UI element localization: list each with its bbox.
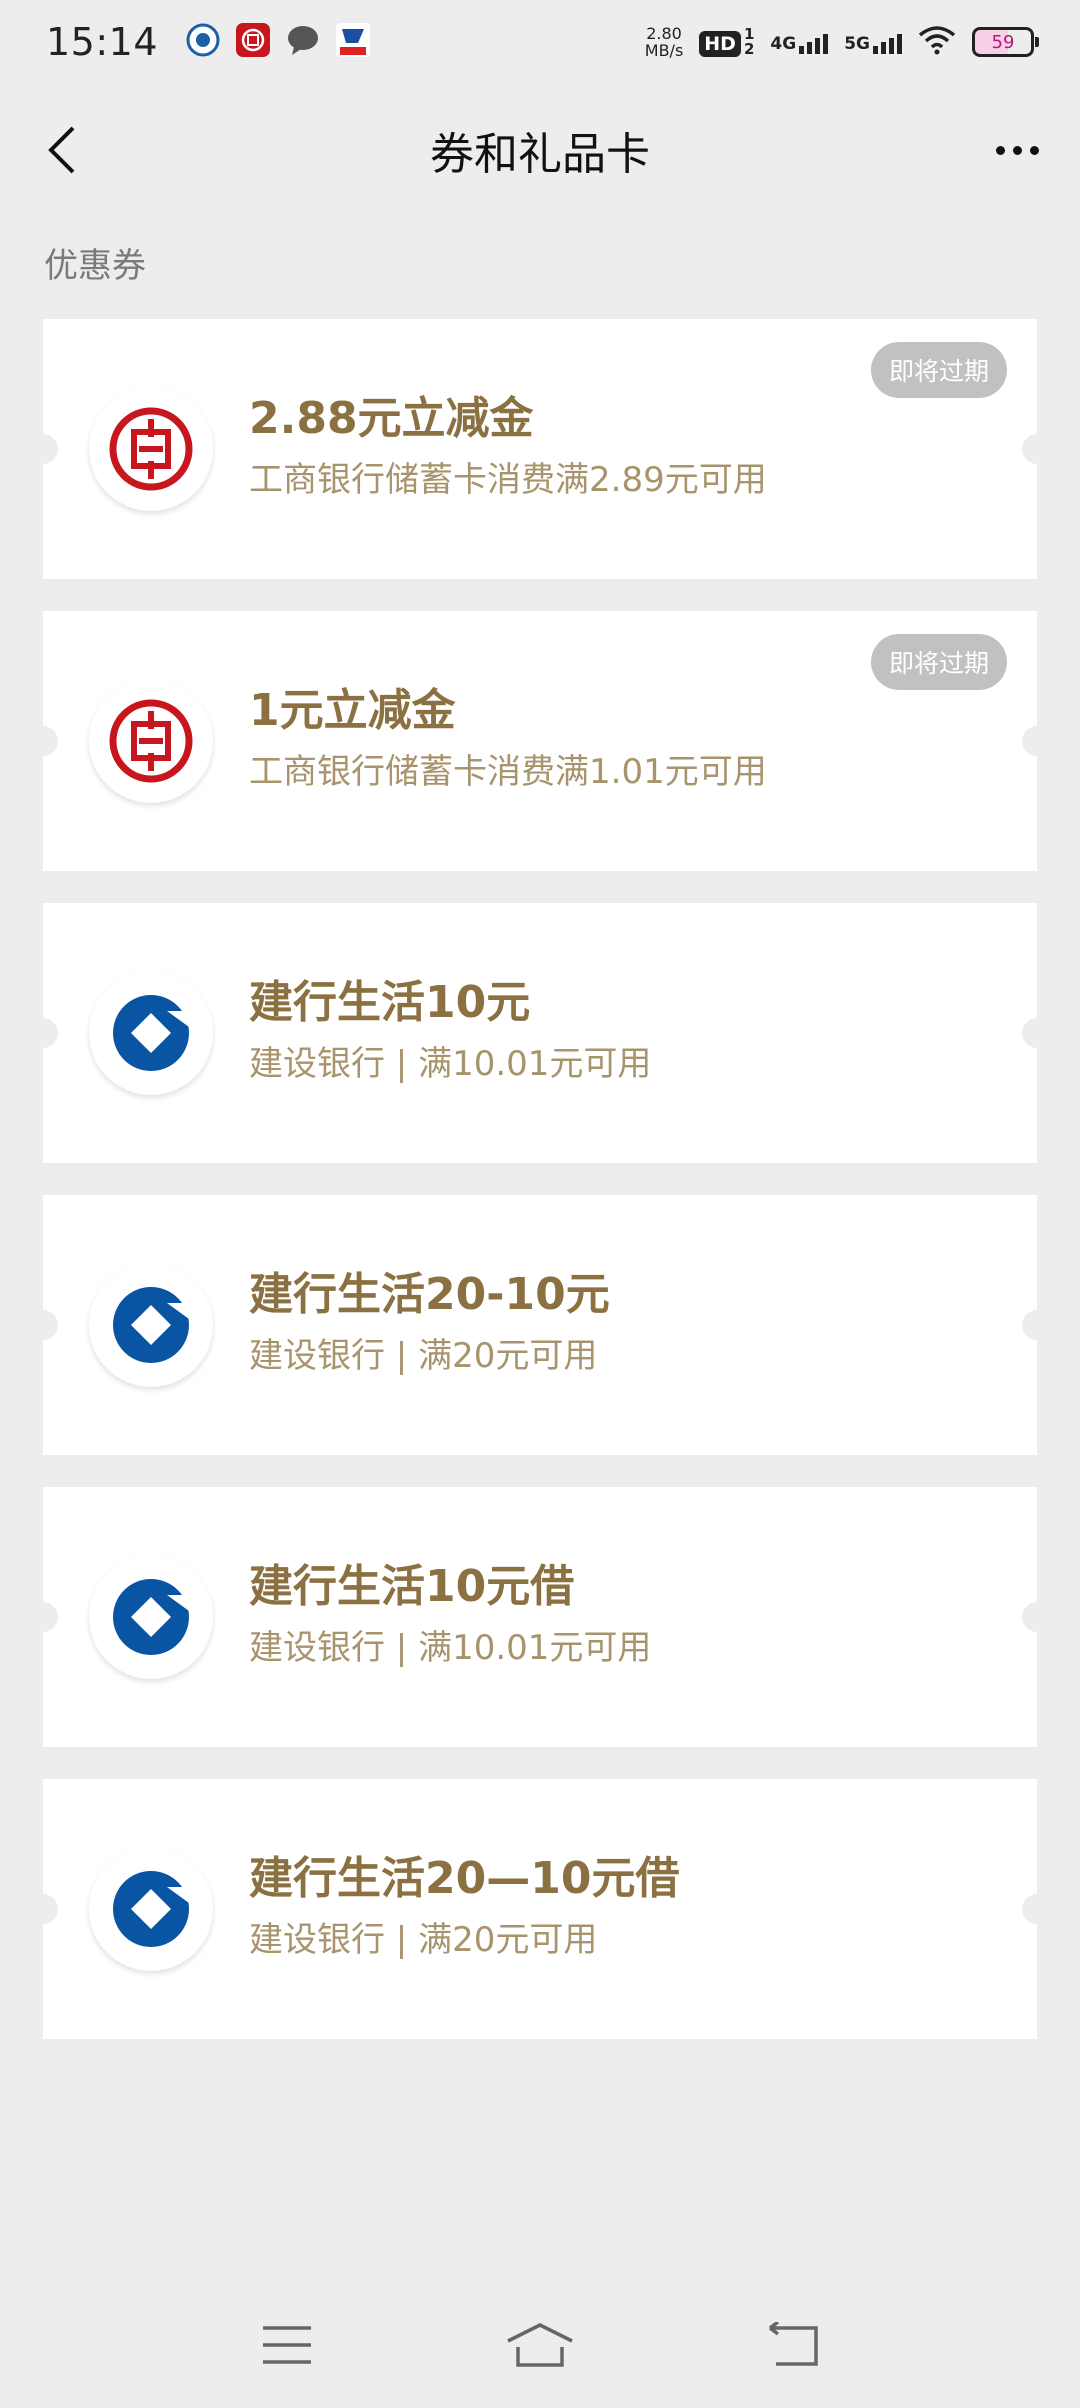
- home-icon: [507, 2323, 573, 2367]
- battery-level: 59: [991, 31, 1015, 53]
- status-time: 15:14: [46, 20, 159, 64]
- back-button[interactable]: [30, 118, 94, 182]
- hd-sub-2: 2: [743, 40, 755, 58]
- coupon-title: 建行生活10元: [249, 977, 531, 1028]
- more-button[interactable]: [982, 118, 1052, 182]
- menu-button[interactable]: [247, 2310, 327, 2380]
- hd-label: HD: [699, 31, 741, 57]
- coupon-title: 建行生活20—10元借: [249, 1853, 680, 1904]
- back-nav-button[interactable]: [753, 2310, 833, 2380]
- coupon-description: 建设银行 | 满10.01元可用: [249, 1044, 652, 1084]
- back-icon: [769, 2322, 819, 2366]
- ccb-logo-icon: [89, 1847, 213, 1971]
- card-notch: [1022, 726, 1052, 756]
- icbc-logo-icon: [89, 387, 213, 511]
- status-bar: 15:14 2.80 MB/s HD 1 2 4G 5G 59: [0, 0, 1080, 84]
- hd-indicator: HD 1 2: [699, 27, 754, 57]
- coupon-text: 建行生活20—10元借建设银行 | 满20元可用: [249, 1851, 679, 1965]
- coupon-card[interactable]: 建行生活20—10元借建设银行 | 满20元可用: [28, 1779, 1052, 2039]
- bank-app-icon: [336, 23, 371, 61]
- coupon-description: 建设银行 | 满10.01元可用: [249, 1628, 652, 1668]
- expiring-badge: 即将过期: [870, 342, 1007, 398]
- more-dots-icon: [995, 145, 1005, 155]
- coupon-text: 2.88元立减金工商银行储蓄卡消费满2.89元可用: [249, 391, 767, 505]
- menu-icon: [262, 2326, 311, 2364]
- signal-bars-icon: [873, 30, 902, 54]
- card-notch: [28, 1018, 58, 1048]
- coupon-title: 建行生活20-10元: [249, 1269, 610, 1320]
- card-notch: [1022, 1894, 1052, 1924]
- signal-5g: 5G: [844, 30, 902, 54]
- coupon-description: 建设银行 | 满20元可用: [249, 1920, 598, 1960]
- chevron-left-icon: [48, 126, 75, 174]
- card-notch: [28, 1310, 58, 1340]
- ccb-logo-icon: [89, 971, 213, 1095]
- battery-icon: 59: [972, 27, 1039, 57]
- home-button[interactable]: [500, 2310, 580, 2380]
- chat-icon: [286, 23, 320, 61]
- coupon-description: 工商银行储蓄卡消费满1.01元可用: [249, 752, 767, 792]
- coupon-title: 建行生活10元借: [249, 1561, 575, 1612]
- icbc-app-icon: [236, 23, 271, 61]
- network-speed: 2.80 MB/s: [645, 25, 684, 59]
- signal-4g: 4G: [770, 30, 829, 54]
- system-nav-bar: [0, 2300, 1080, 2390]
- expiring-badge: 即将过期: [870, 634, 1007, 690]
- card-notch: [1022, 1310, 1052, 1340]
- coupon-text: 建行生活20-10元建设银行 | 满20元可用: [249, 1267, 610, 1381]
- card-notch: [28, 1894, 58, 1924]
- section-label: 优惠券: [44, 246, 146, 286]
- coupon-card[interactable]: 2.88元立减金工商银行储蓄卡消费满2.89元可用 即将过期: [28, 319, 1052, 579]
- speed-unit: MB/s: [644, 41, 684, 60]
- signal-bars-icon: [799, 30, 829, 54]
- ccb-logo-icon: [89, 1555, 213, 1679]
- card-notch: [28, 726, 58, 756]
- browser-icon: [186, 23, 220, 61]
- coupon-list: 2.88元立减金 工商银行储蓄卡消费满2.89元可用 即将过期 1元立减金 工商银行储蓄…: [28, 319, 1052, 2071]
- coupon-title: 1元立减金: [249, 685, 456, 736]
- card-notch: [1022, 1018, 1052, 1048]
- card-notch: [1022, 434, 1052, 464]
- coupon-card[interactable]: 建行生活10元借建设银行 | 满10.01元可用: [28, 1487, 1052, 1747]
- coupon-description: 建设银行 | 满20元可用: [249, 1336, 598, 1376]
- coupon-card[interactable]: 建行生活20-10元建设银行 | 满20元可用: [28, 1195, 1052, 1455]
- net-5g-label: 5G: [844, 34, 870, 54]
- net-4g-label: 4G: [770, 34, 797, 54]
- status-right: 2.80 MB/s HD 1 2 4G 5G 59: [645, 25, 1039, 59]
- coupon-title: 2.88元立减金: [249, 393, 534, 444]
- coupon-text: 建行生活10元借建设银行 | 满10.01元可用: [249, 1559, 651, 1673]
- coupon-card[interactable]: 1元立减金工商银行储蓄卡消费满1.01元可用 即将过期: [28, 611, 1052, 871]
- card-notch: [28, 1602, 58, 1632]
- page-title: 券和礼品卡: [430, 129, 650, 180]
- speed-value: 2.80: [646, 24, 682, 43]
- page-header: 券和礼品卡: [0, 100, 1080, 200]
- status-left: 15:14: [46, 20, 371, 64]
- wifi-icon: [918, 25, 956, 59]
- ccb-logo-icon: [89, 1263, 213, 1387]
- card-notch: [1022, 1602, 1052, 1632]
- coupon-text: 建行生活10元建设银行 | 满10.01元可用: [249, 975, 651, 1089]
- card-notch: [28, 434, 58, 464]
- icbc-logo-icon: [89, 679, 213, 803]
- coupon-description: 工商银行储蓄卡消费满2.89元可用: [249, 460, 767, 500]
- coupon-card[interactable]: 建行生活10元建设银行 | 满10.01元可用: [28, 903, 1052, 1163]
- coupon-text: 1元立减金工商银行储蓄卡消费满1.01元可用: [249, 683, 767, 797]
